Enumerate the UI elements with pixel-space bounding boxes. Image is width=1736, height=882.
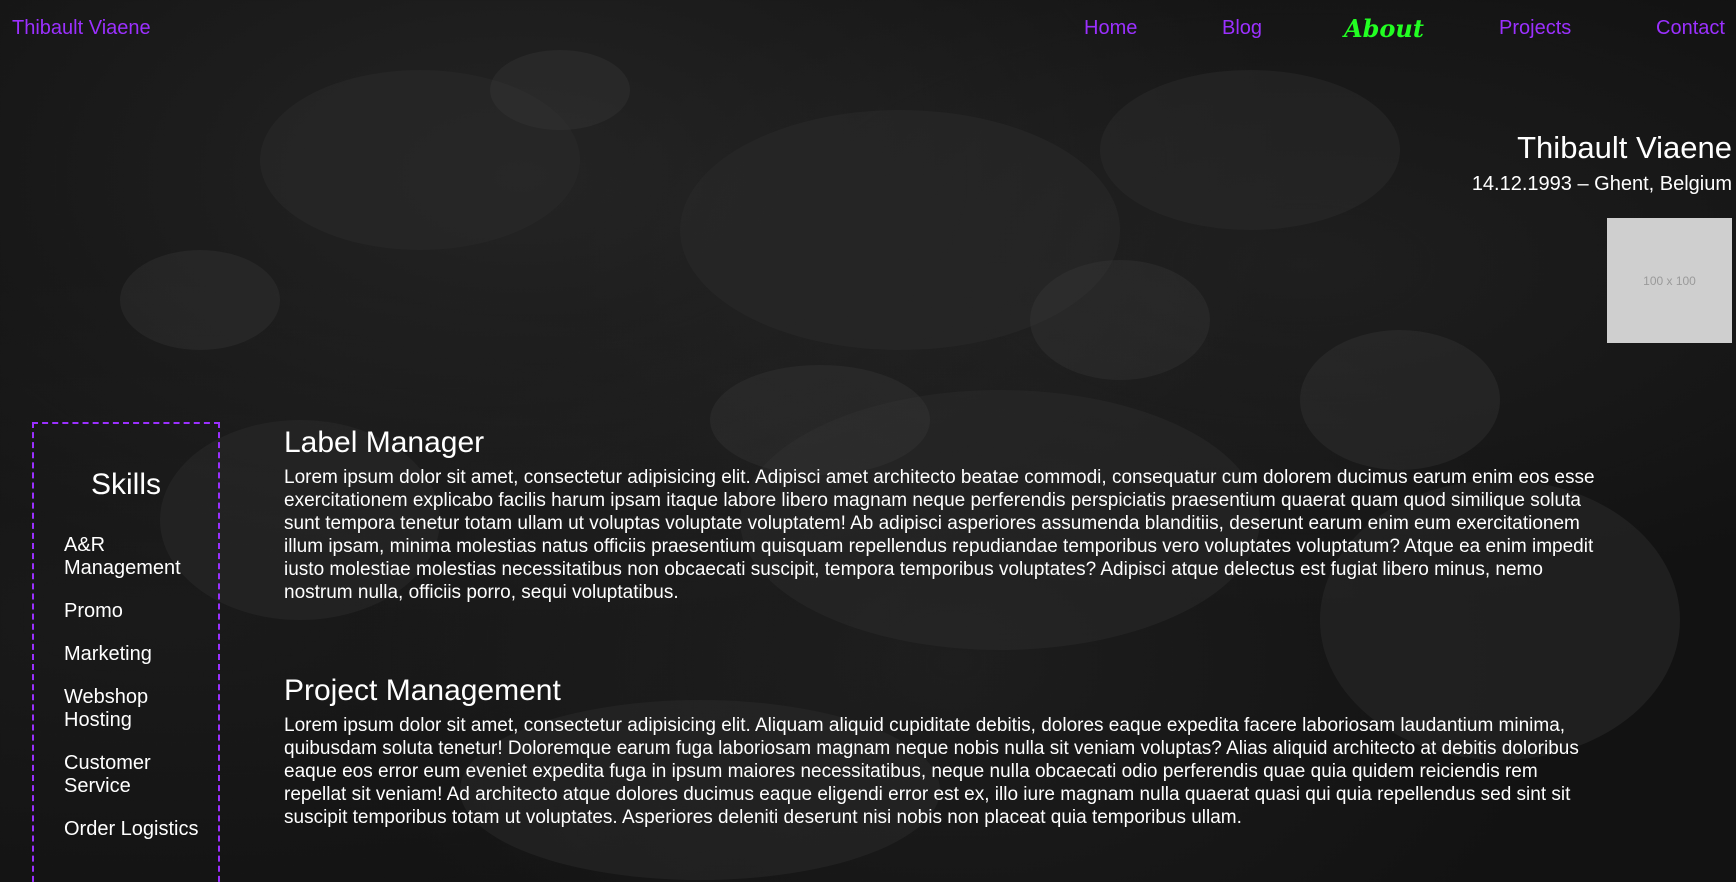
section-project-management: Project Management Lorem ipsum dolor sit… bbox=[284, 674, 1600, 829]
profile-name: Thibault Viaene bbox=[1517, 130, 1732, 165]
skill-item: Marketing bbox=[64, 643, 152, 665]
skill-item: A&R Management bbox=[64, 534, 181, 579]
nav-home-link[interactable]: Home bbox=[1084, 17, 1137, 40]
section-body: Lorem ipsum dolor sit amet, consectetur … bbox=[284, 467, 1595, 603]
profile-birth-info: 14.12.1993 – Ghent, Belgium bbox=[1471, 173, 1732, 195]
section-body: Lorem ipsum dolor sit amet, consectetur … bbox=[284, 715, 1579, 828]
skill-item: Webshop Hosting bbox=[64, 686, 149, 731]
skill-item: Promo bbox=[64, 600, 123, 622]
skills-list: A&R Management Promo Marketing Webshop H… bbox=[64, 534, 214, 861]
skills-title: Skills bbox=[90, 468, 161, 501]
profile-image-placeholder: 100 x 100 bbox=[1607, 218, 1732, 343]
section-label-manager: Label Manager Lorem ipsum dolor sit amet… bbox=[284, 426, 1600, 604]
brand-link[interactable]: Thibault Viaene bbox=[12, 17, 151, 40]
skills-panel: Skills A&R Management Promo Marketing We… bbox=[32, 422, 220, 882]
nav-projects-link[interactable]: Projects bbox=[1499, 17, 1571, 40]
skill-item: Customer Service bbox=[64, 752, 151, 797]
nav-blog-link[interactable]: Blog bbox=[1222, 17, 1262, 40]
section-title: Label Manager bbox=[284, 426, 485, 459]
profile-image-label: 100 x 100 bbox=[1643, 273, 1696, 288]
nav-contact-link[interactable]: Contact bbox=[1656, 17, 1725, 40]
skill-item: Order Logistics bbox=[64, 818, 199, 840]
section-title: Project Management bbox=[284, 674, 561, 707]
nav-about-link[interactable]: About bbox=[1344, 14, 1424, 43]
